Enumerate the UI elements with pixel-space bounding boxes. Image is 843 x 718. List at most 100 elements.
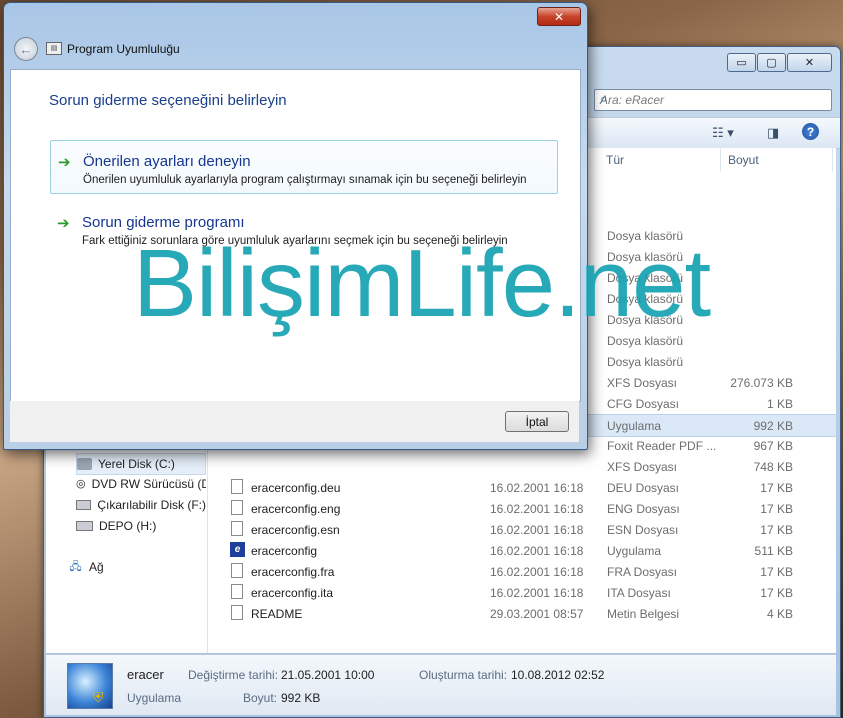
details-kind: Uygulama <box>127 691 182 705</box>
nav-item-label: Yerel Disk (C:) <box>98 457 175 471</box>
hard-disk-icon <box>76 521 93 531</box>
file-type: ESN Dosyası <box>607 523 679 537</box>
dvd-drive-icon: ◎ <box>76 478 86 490</box>
table-row[interactable]: eracerconfig.ita 16.02.2001 16:18 ITA Dosy… <box>209 582 836 603</box>
nav-item-network[interactable]: 🖧 Ağ <box>68 557 198 577</box>
file-date: 29.03.2001 08:57 <box>490 607 584 621</box>
nav-item-label: DEPO (H:) <box>99 519 157 533</box>
details-size-value: 992 KB <box>281 691 321 705</box>
app-icon: e <box>230 542 245 557</box>
option-recommended-settings[interactable]: ➔ Önerilen ayarları deneyin Önerilen uyu… <box>50 140 558 194</box>
column-header-size[interactable]: Boyut <box>723 148 833 172</box>
file-type: Uygulama <box>607 419 662 433</box>
file-size: 17 KB <box>760 523 793 537</box>
preview-pane-icon[interactable]: ◨ <box>767 125 779 141</box>
file-date: 16.02.2001 16:18 <box>490 481 584 495</box>
cancel-button[interactable]: İptal <box>505 411 569 432</box>
table-row[interactable]: README 29.03.2001 08:57 Metin Belgesi 4 KB <box>209 603 836 624</box>
details-created-value: 10.08.2012 02:52 <box>511 668 605 682</box>
hard-disk-icon <box>77 458 92 470</box>
table-row[interactable]: eracerconfig.deu 16.02.2001 16:18 DEU Dosy… <box>209 477 836 498</box>
file-name: eracerconfig.fra <box>251 565 335 579</box>
search-icon[interactable]: ⌕ <box>600 91 827 107</box>
details-created-label: Oluşturma tarihi: <box>419 668 508 682</box>
file-name: eracerconfig.ita <box>251 586 334 600</box>
file-type: FRA Dosyası <box>607 565 678 579</box>
table-row[interactable]: e eracerconfig 16.02.2001 16:18 Uygulama 511… <box>209 540 836 561</box>
file-size: 17 KB <box>760 481 793 495</box>
file-date: 16.02.2001 16:18 <box>490 544 584 558</box>
nav-item-label: Çıkarılabilir Disk (F:) <box>97 498 206 512</box>
option-title: Önerilen ayarları deneyin <box>83 153 251 170</box>
file-date: 16.02.2001 16:18 <box>490 502 584 516</box>
file-size: 17 KB <box>760 586 793 600</box>
watermark-text: BilişimLife.net <box>133 230 711 337</box>
option-description: Önerilen uyumluluk ayarlarıyla program ç… <box>83 174 527 186</box>
file-size: 992 KB <box>753 419 793 433</box>
uac-shield-icon: ⛨ <box>93 689 104 705</box>
file-name: eracerconfig <box>251 544 318 558</box>
network-icon: 🖧 <box>69 561 82 573</box>
nav-item-dvd-drive[interactable]: ◎ DVD RW Sürücüsü (D:) <box>76 474 206 494</box>
file-icon <box>231 605 243 620</box>
back-button[interactable]: ← <box>14 37 38 61</box>
view-options-icon[interactable]: ☷ ▾ <box>712 125 734 141</box>
file-name: eracerconfig.deu <box>251 481 341 495</box>
nav-item-label: Ağ <box>89 560 104 574</box>
nav-item-depo-h[interactable]: DEPO (H:) <box>76 516 206 536</box>
dialog-close-button[interactable]: ✕ <box>537 7 581 26</box>
file-icon <box>231 563 243 578</box>
app-large-icon <box>67 663 113 709</box>
file-icon <box>231 500 243 515</box>
file-type: XFS Dosyası <box>607 460 678 474</box>
column-header-type[interactable]: Tür <box>601 148 721 172</box>
compatibility-icon: ▤ <box>46 42 62 55</box>
file-name: eracerconfig.eng <box>251 502 341 516</box>
details-size-label: Boyut: <box>243 691 278 705</box>
nav-item-local-disk-c[interactable]: Yerel Disk (C:) <box>76 453 206 475</box>
file-size: 17 KB <box>760 565 793 579</box>
green-arrow-icon: ➔ <box>57 215 70 232</box>
table-row[interactable]: eracerconfig.esn 16.02.2001 16:18 ESN Dosy… <box>209 519 836 540</box>
file-date: 16.02.2001 16:18 <box>490 565 584 579</box>
details-name: eracer <box>127 667 164 682</box>
file-size: 511 KB <box>754 544 793 558</box>
help-icon[interactable]: ? <box>802 123 819 140</box>
compatibility-dialog: ✕ ← ▤ Program Uyumluluğu Sorun giderme s… <box>3 2 588 450</box>
file-date: 16.02.2001 16:18 <box>490 586 584 600</box>
file-type: Uygulama <box>607 544 662 558</box>
file-size: 967 KB <box>753 439 793 453</box>
minimize-button[interactable]: ▭ <box>727 53 756 72</box>
maximize-button[interactable]: ▢ <box>757 53 786 72</box>
file-size: 4 KB <box>766 607 793 621</box>
details-pane: ⛨ eracer Uygulama Değiştirme tarihi: 21.… <box>46 654 836 715</box>
file-type: XFS Dosyası <box>607 376 678 390</box>
file-size: 17 KB <box>760 502 793 516</box>
file-date: 16.02.2001 16:18 <box>490 523 584 537</box>
nav-item-label: DVD RW Sürücüsü (D:) <box>91 477 206 491</box>
removable-disk-icon <box>76 500 92 510</box>
table-row[interactable]: XFS Dosyası 748 KB <box>209 456 836 477</box>
file-icon <box>231 584 243 599</box>
search-input[interactable]: Ara: eRacer ⌕ <box>594 89 832 111</box>
green-arrow-icon: ➔ <box>58 154 71 171</box>
file-icon <box>231 521 243 536</box>
details-modified-label: Değiştirme tarihi: <box>188 668 279 682</box>
dialog-heading: Sorun giderme seçeneğini belirleyin <box>49 92 287 109</box>
file-type: Metin Belgesi <box>607 607 680 621</box>
file-type: ITA Dosyası <box>607 586 671 600</box>
file-size: 276.073 KB <box>730 376 793 390</box>
file-type: CFG Dosyası <box>607 397 680 411</box>
explorer-caption-buttons: ▭ ▢ ✕ <box>727 53 832 72</box>
file-type: DEU Dosyası <box>607 481 680 495</box>
table-row[interactable]: eracerconfig.eng 16.02.2001 16:18 ENG Dosy… <box>209 498 836 519</box>
nav-item-removable-disk[interactable]: Çıkarılabilir Disk (F:) <box>76 495 206 515</box>
file-type: Foxit Reader PDF ... <box>607 439 717 453</box>
table-row[interactable]: eracerconfig.fra 16.02.2001 16:18 FRA Dosy… <box>209 561 836 582</box>
file-icon <box>231 479 243 494</box>
dialog-title: Program Uyumluluğu <box>67 42 180 56</box>
explorer-close-button[interactable]: ✕ <box>787 53 832 72</box>
file-type: Dosya klasörü <box>607 355 684 369</box>
file-name: README <box>251 607 303 621</box>
file-name: eracerconfig.esn <box>251 523 340 537</box>
